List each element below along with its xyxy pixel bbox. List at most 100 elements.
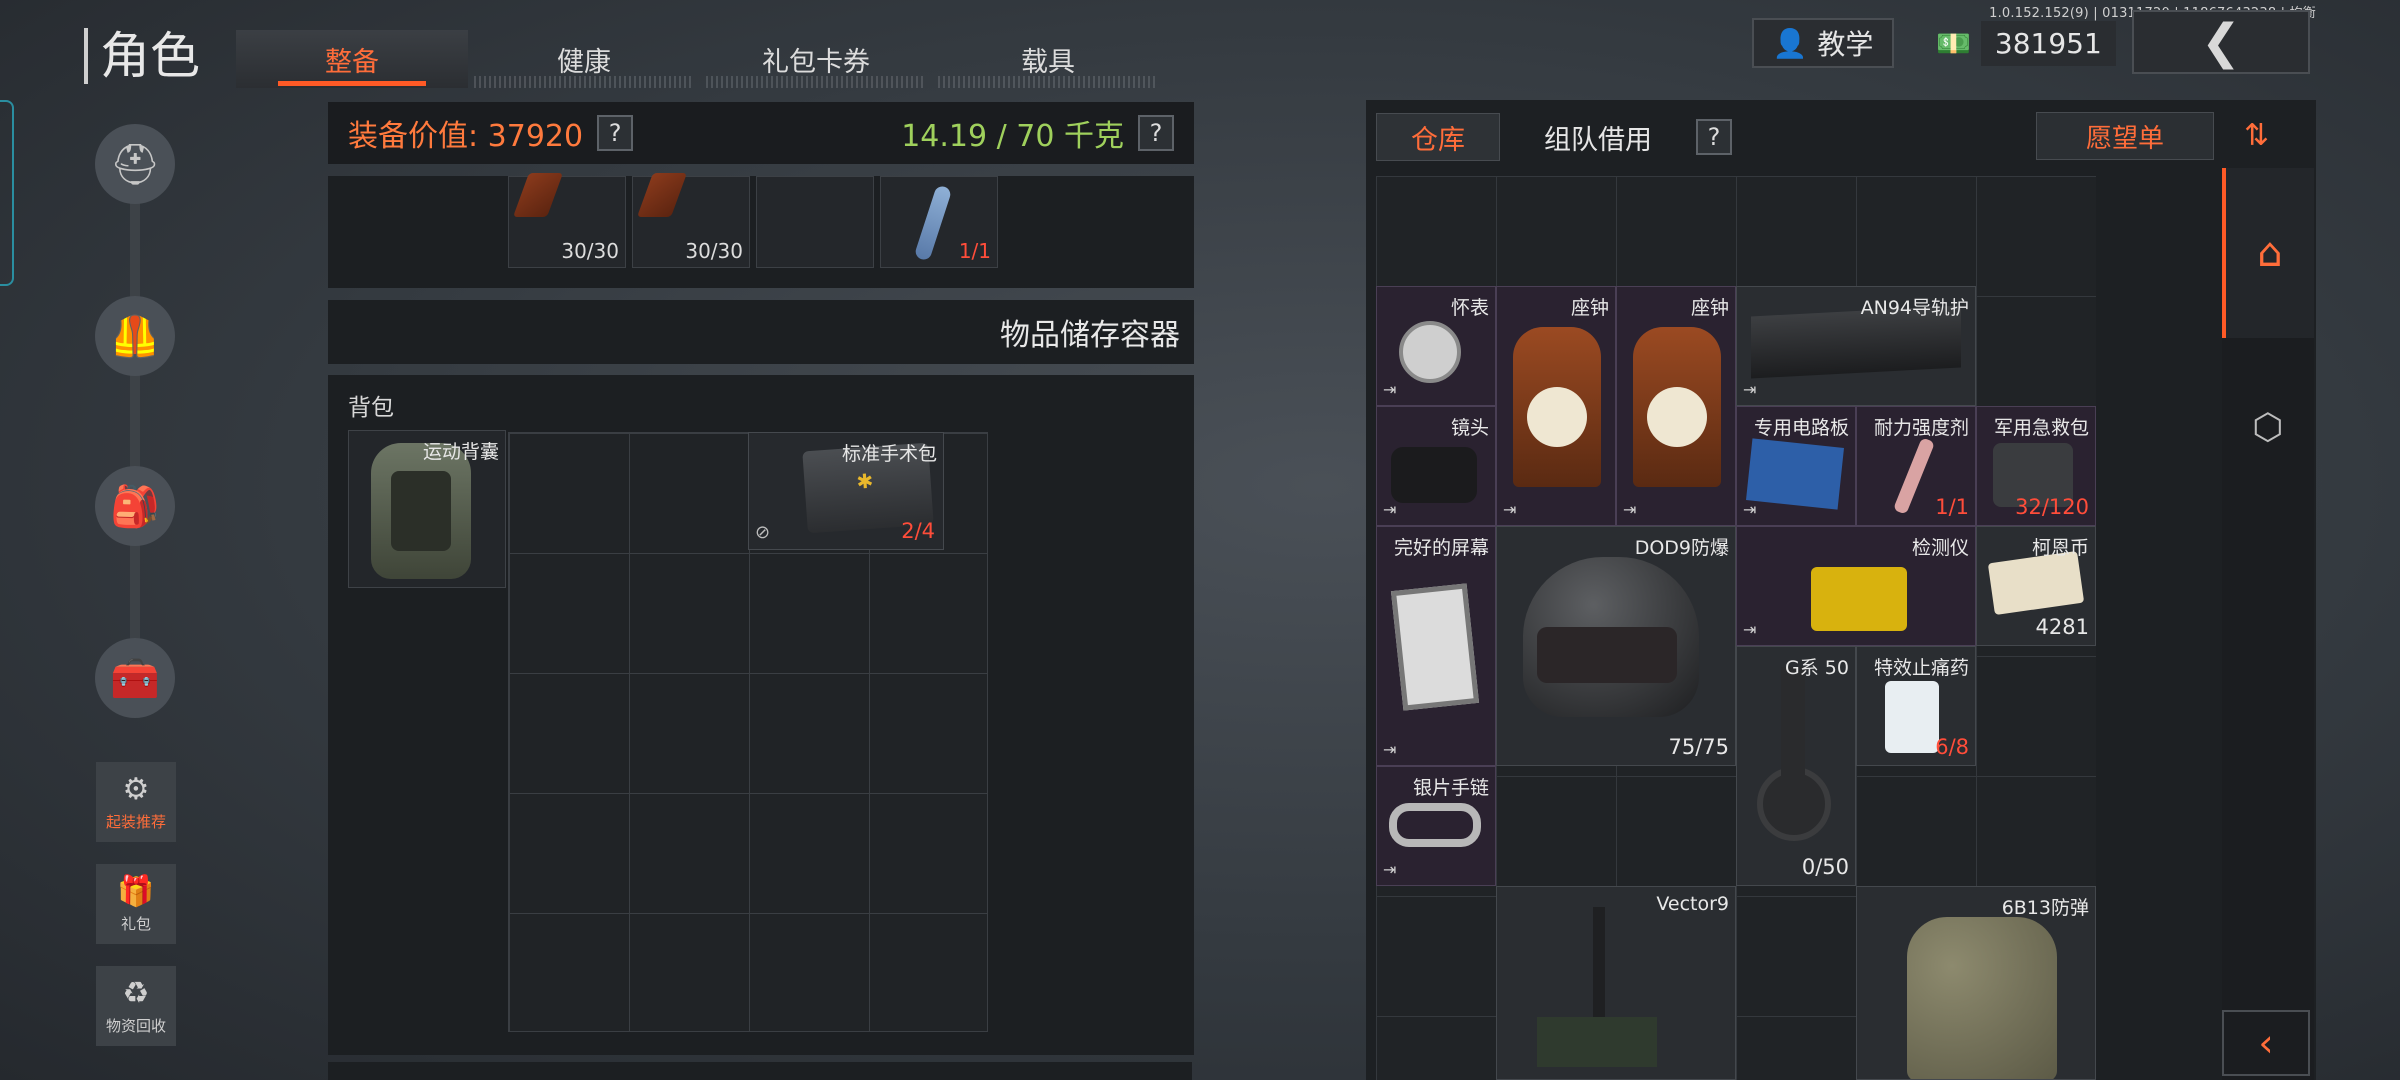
warehouse-grid[interactable]: 怀表 ⇥ 座钟 ⇥ 座钟 ⇥ AN94导轨护 ⇥ 镜头 ⇥ 专用电路板 ⇥ 耐力强度剂 1/1… xyxy=(1376,176,2096,1080)
storage-title: 物品储存容器 xyxy=(1000,318,1180,353)
case-slot-icon[interactable]: 🧰 xyxy=(95,638,175,718)
inventory-tabs: 仓库 组队借用 ? xyxy=(1376,112,1732,162)
vest-slot-icon[interactable]: 🦺 xyxy=(95,296,175,376)
helmet-visor xyxy=(1537,627,1677,683)
item-name: DOD9防爆 xyxy=(1634,537,1729,559)
ammo-row: 30/30 30/30 1/1 xyxy=(328,173,1194,288)
item-count: 2/4 xyxy=(901,519,935,543)
move-out-icon[interactable]: ⇥ xyxy=(1743,620,1756,639)
tab-team-borrow[interactable]: 组队借用 xyxy=(1510,113,1686,161)
item-name: 镜头 xyxy=(1450,417,1489,439)
item-name: 银片手链 xyxy=(1412,777,1489,799)
move-out-icon[interactable]: ⇥ xyxy=(1623,500,1636,519)
move-out-icon[interactable]: ⇥ xyxy=(1383,500,1396,519)
tab-health[interactable]: 健康 xyxy=(468,30,700,88)
item-koen-coin[interactable]: 柯恩币 4281 xyxy=(1976,526,2096,646)
item-desk-clock[interactable]: 座钟 ⇥ xyxy=(1616,286,1736,526)
move-out-icon[interactable]: ⇥ xyxy=(1743,500,1756,519)
recycle-button[interactable]: ♻ 物资回收 xyxy=(96,966,176,1046)
item-pocket-watch[interactable]: 怀表 ⇥ xyxy=(1376,286,1496,406)
backpack-label: 背包 xyxy=(348,395,394,421)
item-name: 标准手术包 xyxy=(841,443,937,465)
screen-icon xyxy=(1390,583,1480,711)
item-count: 6/8 xyxy=(1935,735,1969,759)
edge-pull-tab[interactable] xyxy=(0,100,14,286)
item-dod9-helmet[interactable]: DOD9防爆 75/75 xyxy=(1496,526,1736,766)
loadout-icon: ⚙ xyxy=(122,772,150,807)
tab-vehicles[interactable]: 载具 xyxy=(932,30,1164,88)
item-circuit-board[interactable]: 专用电路板 ⇥ xyxy=(1736,406,1856,526)
magazine-icon xyxy=(512,173,564,217)
lens-icon xyxy=(1391,447,1477,503)
injector-slot[interactable]: 1/1 xyxy=(880,176,998,268)
item-name: 耐力强度剂 xyxy=(1873,417,1969,439)
collapse-button[interactable]: ‹ xyxy=(2222,1010,2310,1076)
bracelet-icon xyxy=(1389,803,1481,847)
cash-stack-icon xyxy=(1987,550,2085,616)
backpack-slot-icon[interactable]: 🎒 xyxy=(95,466,175,546)
instructor-icon: 👤 xyxy=(1772,26,1808,60)
chevron-left-icon: ❮ xyxy=(2200,14,2242,70)
weight-help-button[interactable]: ? xyxy=(1138,115,1174,151)
move-out-icon[interactable]: ⇥ xyxy=(1383,740,1396,759)
detector-icon xyxy=(1811,567,1907,631)
tutorial-button[interactable]: 👤 教学 xyxy=(1752,18,1894,68)
item-name: Vector9 xyxy=(1656,893,1729,915)
magazine-slot[interactable]: 30/30 xyxy=(632,173,750,268)
slot-count: 30/30 xyxy=(561,239,619,263)
tab-giftcards[interactable]: 礼包卡券 xyxy=(700,30,932,88)
item-lens[interactable]: 镜头 ⇥ xyxy=(1376,406,1496,526)
item-name: G系 50 xyxy=(1785,657,1849,679)
pill-bottle-icon xyxy=(1885,681,1939,753)
move-out-icon[interactable]: ⇥ xyxy=(1503,500,1516,519)
sort-icon[interactable]: ⇅ xyxy=(2244,118,2269,153)
storage-container-header: 物品储存容器 xyxy=(328,300,1194,364)
item-name: 座钟 xyxy=(1690,297,1729,319)
item-military-medkit[interactable]: 军用急救包 32/120 xyxy=(1976,406,2096,526)
team-borrow-help-button[interactable]: ? xyxy=(1696,119,1732,155)
item-count: 4281 xyxy=(2035,615,2089,639)
loadout-recommend-button[interactable]: ⚙ 起装推荐 xyxy=(96,762,176,842)
item-vector9[interactable]: Vector9 xyxy=(1496,886,1736,1080)
helmet-slot-icon[interactable]: ⛑ xyxy=(95,124,175,204)
item-g-drum-mag[interactable]: G系 50 0/50 xyxy=(1736,646,1856,886)
clock-face xyxy=(1527,387,1587,447)
item-name: 完好的屏幕 xyxy=(1393,537,1489,559)
move-out-icon[interactable]: ⇥ xyxy=(1743,380,1756,399)
item-6b13-armor[interactable]: 6B13防弹 xyxy=(1856,886,2096,1080)
drum-magazine-icon xyxy=(1757,767,1831,841)
item-painkiller[interactable]: 特效止痛药 6/8 xyxy=(1856,646,1976,766)
armor-vest-icon xyxy=(1907,917,2057,1079)
back-button[interactable]: ❮ xyxy=(2132,10,2310,74)
move-out-icon[interactable]: ⇥ xyxy=(1383,380,1396,399)
item-silver-bracelet[interactable]: 银片手链 ⇥ xyxy=(1376,766,1496,886)
move-out-icon[interactable]: ⇥ xyxy=(1383,860,1396,879)
tab-warehouse[interactable]: 仓库 xyxy=(1376,113,1500,161)
cash-icon: 💵 xyxy=(1936,26,1971,60)
page-title: 角色 xyxy=(84,28,200,84)
circuit-board-icon xyxy=(1746,438,1844,510)
magazine-slot[interactable]: 30/30 xyxy=(508,173,626,268)
rail-track xyxy=(130,150,140,695)
magazine-icon xyxy=(636,173,688,217)
empty-slot[interactable] xyxy=(756,176,874,268)
recycle-label: 物资回收 xyxy=(105,1017,166,1035)
equipped-backpack[interactable]: 运动背囊 xyxy=(348,430,506,588)
item-desk-clock[interactable]: 座钟 ⇥ xyxy=(1496,286,1616,526)
item-count: 75/75 xyxy=(1668,735,1729,759)
home-icon[interactable]: ⌂ xyxy=(2222,168,2314,338)
item-count: 0/50 xyxy=(1801,855,1849,879)
equipment-value-help-button[interactable]: ? xyxy=(597,115,634,151)
item-intact-screen[interactable]: 完好的屏幕 ⇥ xyxy=(1376,526,1496,766)
item-detector[interactable]: 检测仪 ⇥ xyxy=(1736,526,1976,646)
surgical-kit-item[interactable]: 标准手术包 ⊘ 2/4 xyxy=(748,432,944,550)
tab-prepare[interactable]: 整备 xyxy=(236,30,468,88)
item-name: 特效止痛药 xyxy=(1873,657,1969,679)
loadout-recommend-label: 起装推荐 xyxy=(105,813,166,831)
container-icon[interactable]: ⬡ xyxy=(2222,380,2314,474)
gift-button[interactable]: 🎁 礼包 xyxy=(96,864,176,944)
item-an94-rail[interactable]: AN94导轨护 ⇥ xyxy=(1736,286,1976,406)
item-stamina-booster[interactable]: 耐力强度剂 1/1 xyxy=(1856,406,1976,526)
wishlist-button[interactable]: 愿望单 xyxy=(2036,112,2214,160)
slot-count: 1/1 xyxy=(958,239,991,263)
